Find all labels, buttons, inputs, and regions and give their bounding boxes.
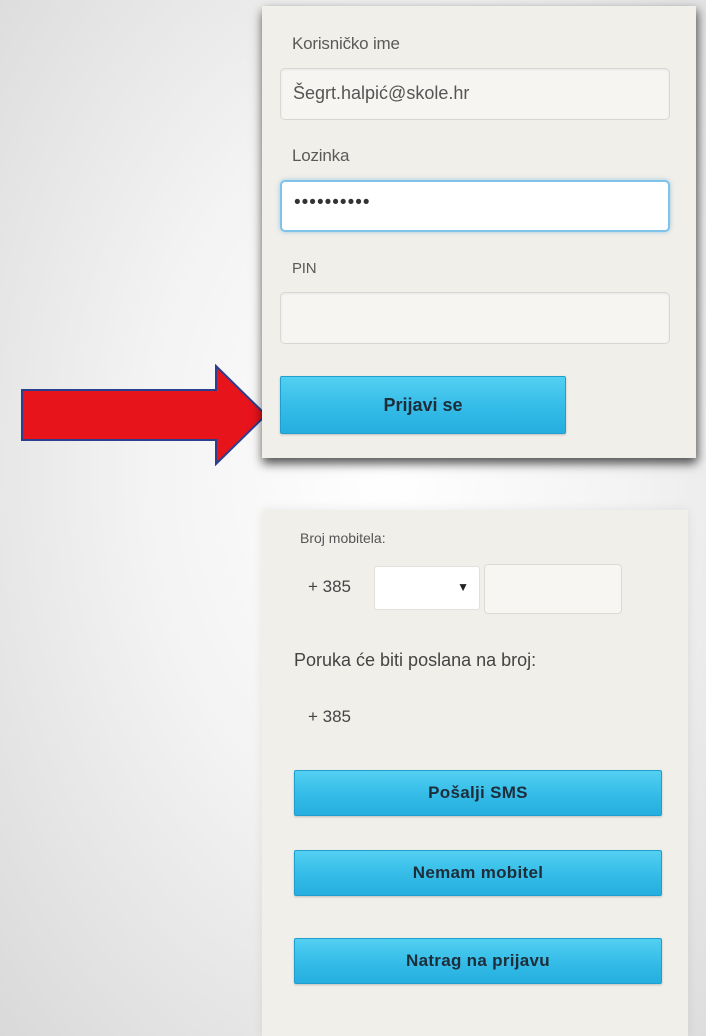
arrow-shape — [21, 364, 268, 466]
sms-panel: Broj mobitela: + 385 ▼ Poruka će biti po… — [262, 510, 688, 1036]
target-number-prefix: + 385 — [308, 707, 352, 726]
mobile-number-label: Broj mobitela: — [300, 530, 386, 546]
back-to-login-button[interactable]: Natrag na prijavu — [294, 938, 662, 984]
password-label: Lozinka — [292, 146, 350, 165]
phone-number-input[interactable] — [484, 564, 622, 614]
login-button[interactable]: Prijavi se — [280, 376, 566, 434]
dropdown-arrow-icon: ▼ — [457, 580, 469, 594]
username-field[interactable]: Šegrt.halpić@skole.hr — [280, 68, 670, 120]
pin-label: PIN — [292, 260, 317, 277]
password-field[interactable]: •••••••••• — [280, 180, 670, 232]
operator-select[interactable]: ▼ — [374, 566, 480, 610]
message-info-text: Poruka će biti poslana na broj: — [294, 650, 537, 670]
login-panel: Korisničko ime Šegrt.halpić@skole.hr Loz… — [262, 6, 696, 458]
red-pointer-arrow-icon — [21, 364, 268, 466]
username-label: Korisničko ime — [292, 34, 400, 53]
pin-field[interactable] — [280, 292, 670, 344]
country-prefix: + 385 — [308, 577, 352, 596]
send-sms-button[interactable]: Pošalji SMS — [294, 770, 662, 816]
no-mobile-button[interactable]: Nemam mobitel — [294, 850, 662, 896]
